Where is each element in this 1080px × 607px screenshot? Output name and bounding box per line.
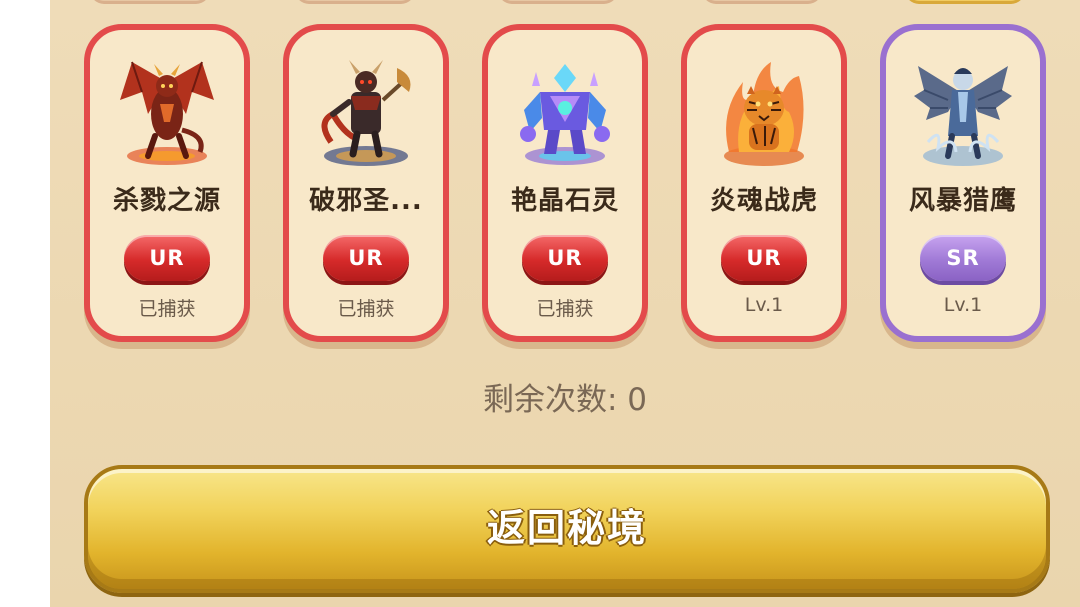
creature-name: 破邪圣... (309, 186, 423, 216)
creature-card[interactable]: 破邪圣... UR 已捕获 (283, 24, 449, 342)
creature-name: 风暴猎鹰 (908, 186, 1017, 216)
rarity-badge: UR (721, 235, 807, 281)
creature-level: Lv.1 (744, 294, 784, 316)
creature-card[interactable]: 杀戮之源 UR 已捕获 (84, 24, 250, 342)
previous-card-stub (90, 0, 210, 4)
remaining-attempts: 剩余次数: 0 (482, 382, 648, 418)
creature-level: Lv.1 (943, 294, 983, 316)
rarity-badge: UR (522, 235, 608, 281)
previous-card-stub (498, 0, 618, 4)
creature-card[interactable]: 风暴猎鹰 SR Lv.1 (880, 24, 1046, 342)
capture-status: 已捕获 (337, 298, 395, 320)
creature-card[interactable]: 炎魂战虎 UR Lv.1 (681, 24, 847, 342)
creature-name: 杀戮之源 (112, 186, 221, 216)
creature-card[interactable]: 艳晶石灵 UR 已捕获 (482, 24, 648, 342)
flame-tiger-icon (709, 52, 819, 170)
crystal-golem-icon (510, 52, 620, 170)
creature-name: 炎魂战虎 (709, 186, 818, 216)
rarity-badge: SR (920, 235, 1006, 281)
capture-status: 已捕获 (138, 298, 196, 320)
red-dragon-demon-icon (112, 52, 222, 170)
previous-card-stub (702, 0, 822, 4)
rarity-badge: UR (323, 235, 409, 281)
armored-demon-axe-icon (311, 52, 421, 170)
capture-status: 已捕获 (536, 298, 594, 320)
return-to-realm-button[interactable]: 返回秘境 (84, 465, 1050, 593)
creature-name: 艳晶石灵 (510, 186, 619, 216)
rarity-badge: UR (124, 235, 210, 281)
previous-card-stub (905, 0, 1025, 4)
previous-card-stub (295, 0, 415, 4)
storm-falcon-warrior-icon (908, 52, 1018, 170)
result-panel: 杀戮之源 UR 已捕获 破邪圣... UR 已捕获 艳晶石灵 UR 已捕获 炎魂… (50, 0, 1080, 607)
